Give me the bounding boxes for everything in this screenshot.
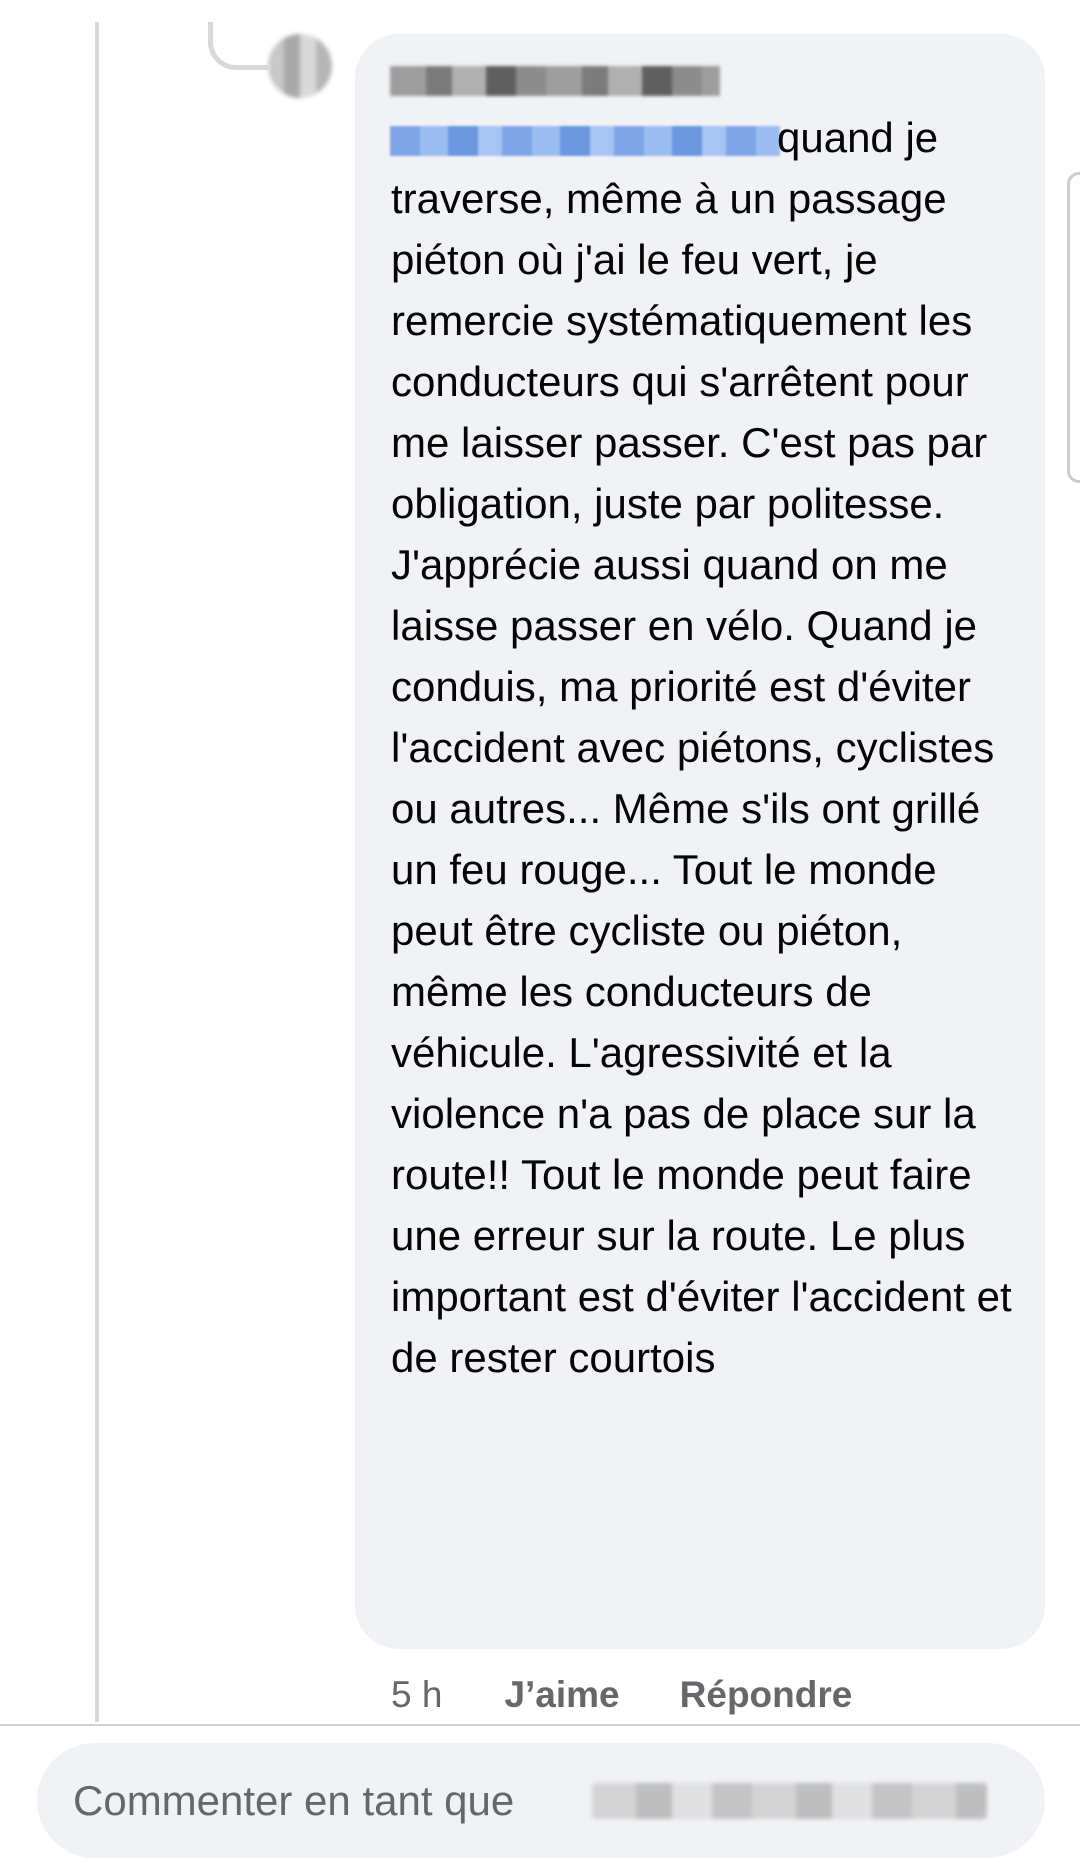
comment-timestamp[interactable]: 5 h xyxy=(391,1674,442,1716)
composer-name-redacted xyxy=(592,1783,987,1819)
comment-input-placeholder: Commenter en tant que xyxy=(73,1777,515,1824)
comment-text: quand je traverse, même à un passage pié… xyxy=(391,114,1012,1381)
avatar[interactable] xyxy=(268,34,332,98)
author-name-redacted[interactable] xyxy=(390,66,720,96)
comment-input[interactable]: Commenter en tant que xyxy=(37,1743,1045,1858)
thread-line xyxy=(95,22,99,1722)
reply-button[interactable]: Répondre xyxy=(680,1674,853,1716)
side-panel-edge xyxy=(1067,172,1080,483)
divider xyxy=(0,1724,1080,1726)
like-button[interactable]: J’aime xyxy=(504,1674,619,1716)
comment-actions: 5 h J’aime Répondre xyxy=(391,1668,852,1722)
reply-connector xyxy=(208,22,268,70)
